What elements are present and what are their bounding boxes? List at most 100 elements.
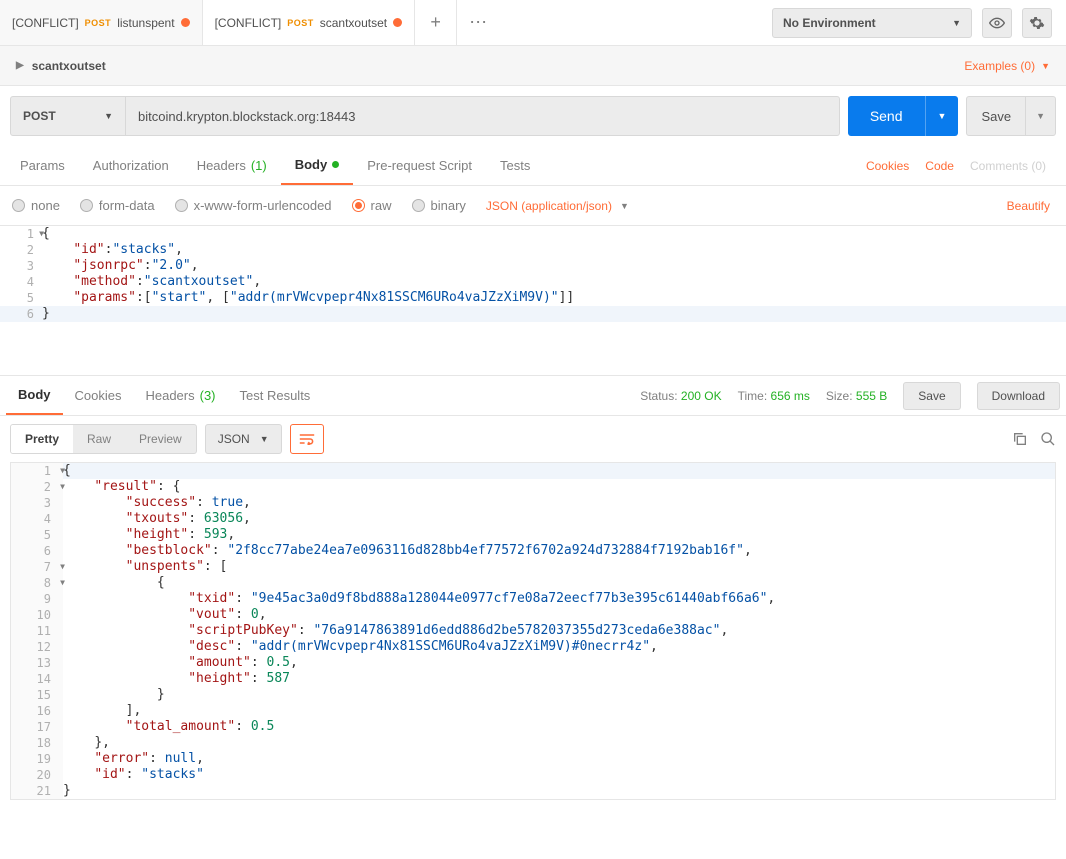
code-link[interactable]: Code [925,159,954,173]
radio-icon [412,199,425,212]
size-group: Size: 555 B [826,389,887,403]
radio-icon [80,199,93,212]
resp-headers-count: (3) [200,388,216,403]
chevron-down-icon: ▼ [952,18,961,28]
beautify-link[interactable]: Beautify [1007,199,1054,213]
save-label: Save [967,109,1025,124]
request-body-editor[interactable]: 1▼{2 "id":"stacks",3 "jsonrpc":"2.0",4 "… [0,226,1066,376]
request-tabs: Params Authorization Headers (1) Body Pr… [0,146,1066,186]
environment-quicklook-button[interactable] [982,8,1012,38]
method-select[interactable]: POST ▼ [11,97,126,135]
chevron-down-icon: ▼ [104,111,113,121]
chevron-down-icon: ▼ [620,201,629,211]
view-pretty[interactable]: Pretty [11,425,73,453]
tab-method-badge: POST [287,18,314,28]
size-value: 555 B [856,389,887,403]
radio-icon [175,199,188,212]
tabs-area: [CONFLICT] POST listunspent [CONFLICT] P… [0,0,758,45]
copy-icon[interactable] [1012,431,1028,447]
save-response-button[interactable]: Save [903,382,960,410]
chevron-down-icon: ▼ [1041,61,1050,71]
right-controls: No Environment ▼ [758,8,1066,38]
time-group: Time: 656 ms [738,389,810,403]
save-button[interactable]: Save ▼ [966,96,1056,136]
chevron-down-icon: ▼ [1036,111,1045,121]
tab-listunspent[interactable]: [CONFLICT] POST listunspent [0,0,203,45]
tab-options-button[interactable]: ⋯ [457,0,499,45]
content-type-select[interactable]: JSON (application/json) ▼ [486,199,629,213]
tab-body[interactable]: Body [281,146,354,185]
save-dropdown[interactable]: ▼ [1025,97,1055,135]
view-right-controls [1012,431,1056,447]
body-indicator-icon [332,161,339,168]
search-icon[interactable] [1040,431,1056,447]
radio-formdata[interactable]: form-data [80,198,155,213]
request-name-bar: ▶ scantxoutset Examples (0) ▼ [0,46,1066,86]
send-dropdown[interactable]: ▼ [925,96,959,136]
format-select[interactable]: JSON ▼ [205,424,282,454]
unsaved-dot-icon [181,18,190,27]
radio-binary[interactable]: binary [412,198,466,213]
status-value: 200 OK [681,389,722,403]
download-button[interactable]: Download [977,382,1060,410]
radio-icon [352,199,365,212]
top-bar: [CONFLICT] POST listunspent [CONFLICT] P… [0,0,1066,46]
radio-icon [12,199,25,212]
view-tabs-row: Pretty Raw Preview JSON ▼ [0,416,1066,462]
content-type-label: JSON (application/json) [486,199,612,213]
environment-select[interactable]: No Environment ▼ [772,8,972,38]
gear-icon [1029,15,1045,31]
radio-none[interactable]: none [12,198,60,213]
send-label: Send [848,108,925,124]
response-body-viewer[interactable]: 1▼{2▼ "result": {3 "success": true,4 "tx… [10,462,1056,800]
url-row: POST ▼ bitcoind.krypton.blockstack.org:1… [0,86,1066,146]
tab-authorization[interactable]: Authorization [79,146,183,185]
radio-raw[interactable]: raw [352,198,392,213]
tab-prerequest[interactable]: Pre-request Script [353,146,486,185]
tab-name: listunspent [117,16,174,30]
caret-right-icon[interactable]: ▶ [16,60,24,71]
environment-label: No Environment [783,16,876,30]
new-tab-button[interactable]: + [415,0,457,45]
resp-tab-body[interactable]: Body [6,376,63,415]
resp-tab-cookies[interactable]: Cookies [63,376,134,415]
cookies-link[interactable]: Cookies [866,159,909,173]
tab-scantxoutset[interactable]: [CONFLICT] POST scantxoutset [203,0,416,45]
method-value: POST [23,109,56,123]
url-input[interactable]: bitcoind.krypton.blockstack.org:18443 [126,97,839,135]
tab-conflict-label: [CONFLICT] [12,16,79,30]
status-group: Status: 200 OK [640,389,721,403]
examples-dropdown[interactable]: Examples (0) ▼ [964,59,1050,73]
headers-count: (1) [251,158,267,173]
settings-button[interactable] [1022,8,1052,38]
tab-name: scantxoutset [320,16,387,30]
send-button[interactable]: Send ▼ [848,96,959,136]
examples-label: Examples (0) [964,59,1035,73]
resp-tab-headers[interactable]: Headers (3) [133,376,227,415]
radio-xwww[interactable]: x-www-form-urlencoded [175,198,332,213]
view-tabs: Pretty Raw Preview [10,424,197,454]
unsaved-dot-icon [393,18,402,27]
tab-headers-label: Headers [197,158,246,173]
wrap-lines-button[interactable] [290,424,324,454]
time-value: 656 ms [771,389,810,403]
eye-icon [989,15,1005,31]
url-bar: POST ▼ bitcoind.krypton.blockstack.org:1… [10,96,840,136]
resp-headers-label: Headers [145,388,194,403]
tab-body-label: Body [295,157,328,172]
request-tabs-right: Cookies Code Comments (0) [866,159,1060,173]
tab-tests[interactable]: Tests [486,146,544,185]
tab-method-badge: POST [85,18,112,28]
wrap-icon [299,433,315,445]
chevron-down-icon: ▼ [938,111,947,121]
chevron-down-icon: ▼ [260,434,269,444]
resp-tab-tests[interactable]: Test Results [228,376,323,415]
response-meta: Status: 200 OK Time: 656 ms Size: 555 B … [640,382,1060,410]
tab-params[interactable]: Params [6,146,79,185]
request-name: scantxoutset [32,59,106,73]
view-preview[interactable]: Preview [125,425,196,453]
response-tabs: Body Cookies Headers (3) Test Results St… [0,376,1066,416]
comments-link[interactable]: Comments (0) [970,159,1046,173]
tab-headers[interactable]: Headers (1) [183,146,281,185]
view-raw[interactable]: Raw [73,425,125,453]
